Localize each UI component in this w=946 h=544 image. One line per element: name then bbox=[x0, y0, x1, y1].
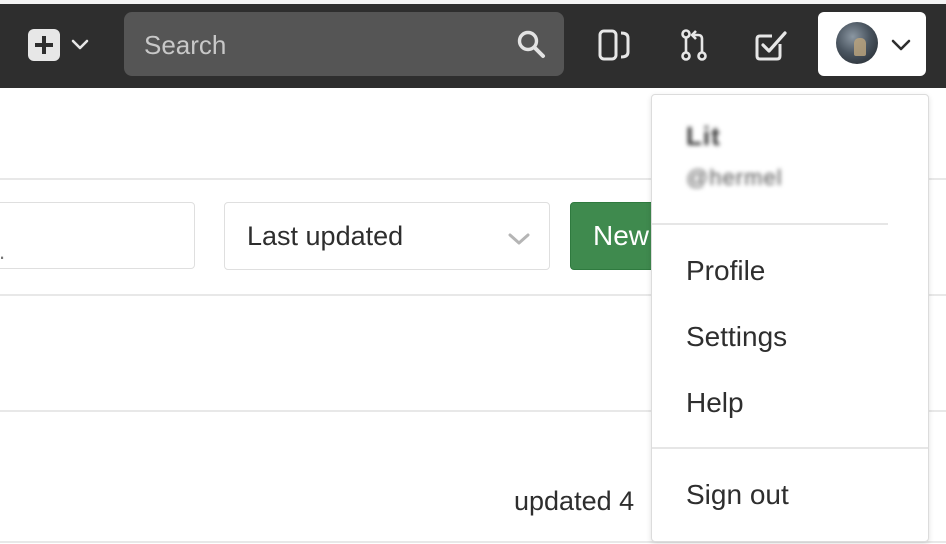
new-dropdown-toggle[interactable] bbox=[28, 28, 94, 62]
sort-dropdown[interactable]: Last updated bbox=[224, 202, 550, 270]
page: . Last updated New updated 4 bbox=[0, 0, 946, 544]
user-dropdown-menu: Lit @hermel Profile Settings Help Sign o… bbox=[651, 94, 929, 542]
top-navbar bbox=[0, 0, 946, 88]
todo-check-icon[interactable] bbox=[754, 28, 788, 62]
sort-dropdown-label: Last updated bbox=[247, 221, 404, 251]
avatar bbox=[836, 22, 878, 64]
user-name: Lit bbox=[686, 121, 721, 151]
dropdown-divider bbox=[652, 223, 888, 225]
user-menu-toggle[interactable] bbox=[818, 12, 926, 76]
top-strip bbox=[0, 0, 946, 4]
dropdown-divider bbox=[652, 447, 928, 449]
merge-request-icon[interactable] bbox=[677, 28, 711, 62]
search-input[interactable] bbox=[142, 26, 516, 64]
user-handle: @hermel bbox=[686, 165, 783, 190]
updated-timestamp: updated 4 bbox=[514, 486, 635, 516]
search-box[interactable] bbox=[124, 12, 564, 76]
filter-placeholder-ellipsis: . bbox=[0, 239, 5, 265]
settings-menu-item[interactable]: Settings bbox=[686, 321, 787, 353]
plus-square-icon bbox=[28, 29, 60, 61]
filter-input[interactable]: . bbox=[0, 202, 195, 269]
chevron-down-icon bbox=[71, 39, 89, 50]
search-icon[interactable] bbox=[516, 29, 546, 59]
help-menu-item[interactable]: Help bbox=[686, 387, 744, 419]
sign-out-menu-item[interactable]: Sign out bbox=[686, 479, 789, 511]
chevron-down-icon bbox=[891, 39, 911, 51]
profile-menu-item[interactable]: Profile bbox=[686, 255, 765, 287]
issues-board-icon[interactable] bbox=[597, 28, 631, 62]
chevron-down-icon bbox=[508, 233, 530, 245]
new-button-label: New bbox=[593, 220, 650, 251]
